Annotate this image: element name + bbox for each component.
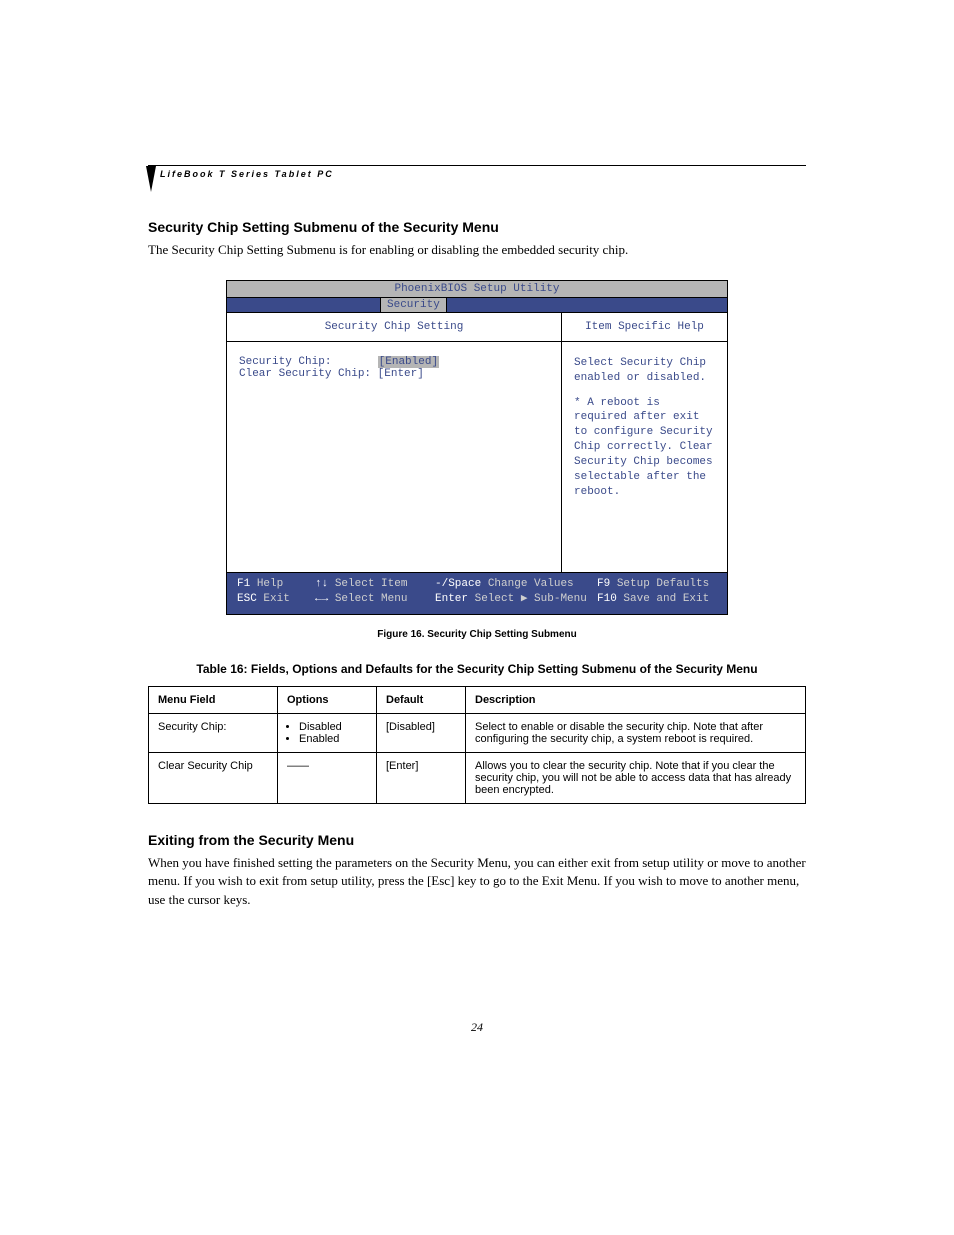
- page-number: 24: [148, 1020, 806, 1035]
- bios-field-security-chip: Security Chip: [Enabled]: [239, 356, 549, 368]
- label-setup-defaults: Setup Defaults: [617, 578, 709, 590]
- table-caption: Table 16: Fields, Options and Defaults f…: [148, 662, 806, 676]
- bios-footer-row1: F1 Help ↑↓ Select Item -/Space Change Va…: [237, 577, 717, 592]
- key-enter: Enter: [435, 593, 468, 605]
- bios-field-clear-chip: Clear Security Chip: [Enter]: [239, 368, 549, 380]
- cell-desc: Allows you to clear the security chip. N…: [466, 752, 806, 803]
- fields-table: Menu Field Options Default Description S…: [148, 686, 806, 804]
- bios-right-header: Item Specific Help: [562, 313, 727, 341]
- cell-field: Security Chip:: [149, 713, 278, 752]
- th-description: Description: [466, 686, 806, 713]
- key-leftright: ←→: [315, 593, 328, 605]
- bios-left-header: Security Chip Setting: [227, 313, 562, 341]
- bios-subheader: Security Chip Setting Item Specific Help: [227, 313, 727, 342]
- figure-caption: Figure 16. Security Chip Setting Submenu: [148, 629, 806, 640]
- bios-help-p1: Select Security Chip enabled or disabled…: [574, 356, 715, 386]
- bios-screenshot: PhoenixBIOS Setup Utility Security Secur…: [226, 280, 728, 615]
- section-body-security-chip: The Security Chip Setting Submenu is for…: [148, 241, 806, 260]
- key-f10: F10: [597, 593, 617, 605]
- table-row: Clear Security Chip —— [Enter] Allows yo…: [149, 752, 806, 803]
- bios-footer: F1 Help ↑↓ Select Item -/Space Change Va…: [227, 572, 727, 614]
- key-esc: ESC: [237, 593, 257, 605]
- page-header: LifeBook T Series Tablet PC: [148, 165, 806, 179]
- th-options: Options: [278, 686, 377, 713]
- bios-tab-spacer: [227, 298, 380, 312]
- cell-desc: Select to enable or disable the security…: [466, 713, 806, 752]
- label-exit: Exit: [263, 593, 289, 605]
- key-f9: F9: [597, 578, 610, 590]
- bios-field-label: Security Chip:: [239, 356, 331, 368]
- header-arrow-icon: [144, 166, 158, 196]
- bios-tab-security: Security: [380, 298, 447, 312]
- bios-field-value-highlighted: [Enabled]: [378, 356, 439, 368]
- section-heading-exiting: Exiting from the Security Menu: [148, 832, 806, 848]
- label-select-submenu: Select ▶ Sub-Menu: [475, 593, 587, 605]
- cell-default: [Enter]: [377, 752, 466, 803]
- label-change-values: Change Values: [488, 578, 574, 590]
- key-updown: ↑↓: [315, 578, 328, 590]
- label-help: Help: [257, 578, 283, 590]
- label-save-exit: Save and Exit: [623, 593, 709, 605]
- option-item: Enabled: [299, 733, 367, 745]
- section-body-exiting: When you have finished setting the param…: [148, 854, 806, 911]
- section-heading-security-chip: Security Chip Setting Submenu of the Sec…: [148, 219, 806, 235]
- cell-default: [Disabled]: [377, 713, 466, 752]
- product-label: LifeBook T Series Tablet PC: [148, 166, 806, 179]
- cell-options-dash: ——: [278, 752, 377, 803]
- label-select-item: Select Item: [335, 578, 408, 590]
- page: LifeBook T Series Tablet PC Security Chi…: [0, 0, 954, 1095]
- key-minus-space: -/Space: [435, 578, 481, 590]
- bios-title: PhoenixBIOS Setup Utility: [227, 281, 727, 298]
- bios-body: Security Chip: [Enabled] Clear Security …: [227, 342, 727, 572]
- th-default: Default: [377, 686, 466, 713]
- bios-field-label: Clear Security Chip:: [239, 368, 371, 380]
- th-menu-field: Menu Field: [149, 686, 278, 713]
- bios-field-value: [Enter]: [378, 368, 424, 380]
- cell-options: Disabled Enabled: [278, 713, 377, 752]
- bios-help-p2: * A reboot is required after exit to con…: [574, 396, 715, 500]
- bios-footer-row2: ESC Exit ←→ Select Menu Enter Select ▶ S…: [237, 592, 717, 607]
- cell-field: Clear Security Chip: [149, 752, 278, 803]
- bios-help-panel: Select Security Chip enabled or disabled…: [562, 342, 727, 572]
- key-f1: F1: [237, 578, 250, 590]
- table-header-row: Menu Field Options Default Description: [149, 686, 806, 713]
- option-item: Disabled: [299, 721, 367, 733]
- bios-fields: Security Chip: [Enabled] Clear Security …: [227, 342, 562, 572]
- bios-tab-bar: Security: [227, 298, 727, 313]
- table-row: Security Chip: Disabled Enabled [Disable…: [149, 713, 806, 752]
- label-select-menu: Select Menu: [335, 593, 408, 605]
